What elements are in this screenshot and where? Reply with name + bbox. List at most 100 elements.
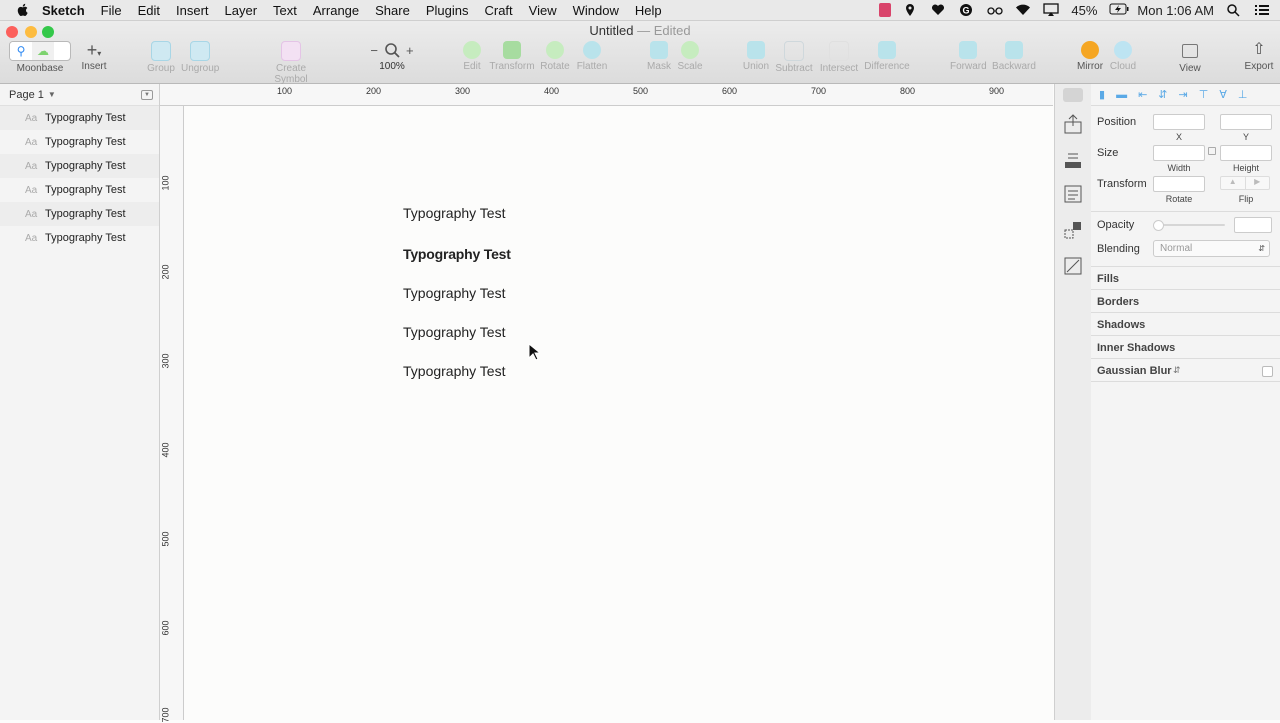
zoom-out-icon[interactable]: − (370, 43, 378, 58)
layer-item[interactable]: Aa Typography Test (0, 202, 159, 226)
export-button[interactable]: ⇧ Export (1242, 41, 1276, 72)
mask-button[interactable]: Mask (646, 41, 672, 72)
backward-button[interactable]: Backward (992, 41, 1036, 72)
menu-share[interactable]: Share (367, 3, 418, 18)
align-center-icon[interactable]: ⇵ (1158, 88, 1167, 101)
blur-type-arrows-icon[interactable]: ⇵ (1173, 365, 1181, 376)
page-selector[interactable]: Page 1 ▼ ▼ (0, 84, 159, 106)
flip-horizontal-button[interactable]: ▲ (1220, 176, 1246, 190)
width-input[interactable] (1153, 145, 1205, 161)
layer-name[interactable]: Typography Test (45, 208, 126, 220)
difference-button[interactable]: Difference (864, 41, 910, 72)
intersect-button[interactable]: Intersect (818, 41, 860, 74)
flip-vertical-button[interactable]: ▶ (1245, 176, 1270, 190)
gaussian-blur-section[interactable]: Gaussian Blur (1097, 365, 1172, 377)
align-left-icon[interactable]: ⇤ (1138, 88, 1147, 101)
distribute-horizontal-icon[interactable]: ▮ (1099, 88, 1105, 101)
distribute-vertical-icon[interactable]: ▬ (1116, 89, 1127, 101)
layer-name[interactable]: Typography Test (45, 184, 126, 196)
height-input[interactable] (1220, 145, 1272, 161)
menu-edit[interactable]: Edit (130, 3, 168, 18)
canvas-text-layer[interactable]: Typography Test (403, 205, 505, 221)
forward-button[interactable]: Forward (950, 41, 987, 72)
location-pin-icon[interactable] (903, 3, 919, 17)
moonbase-search-icon[interactable]: ⚲ (10, 42, 32, 60)
airplay-icon[interactable] (1043, 3, 1060, 17)
image-edit-icon[interactable] (1063, 256, 1083, 276)
insert-button[interactable]: +▾ Insert (80, 41, 108, 72)
menu-text[interactable]: Text (265, 3, 305, 18)
moonbase-segmented[interactable]: ⚲ ☁ (9, 41, 71, 61)
flatten-button[interactable]: Flatten (576, 41, 608, 72)
layer-item[interactable]: Aa Typography Test (0, 154, 159, 178)
grammarly-icon[interactable]: G (959, 3, 975, 17)
stack-layers-icon[interactable] (1063, 150, 1083, 170)
menu-file[interactable]: File (93, 3, 130, 18)
canvas-text-layer[interactable]: Typography Test (403, 363, 505, 379)
canvas-text-layer[interactable]: Typography Test (403, 285, 505, 301)
rotate-input[interactable] (1153, 176, 1205, 192)
lock-ratio-icon[interactable] (1208, 147, 1216, 155)
notification-center-icon[interactable] (1254, 3, 1270, 17)
layer-item[interactable]: Aa Typography Test (0, 178, 159, 202)
menu-craft[interactable]: Craft (476, 3, 520, 18)
horizontal-ruler[interactable]: 100 200 300 400 500 600 700 800 900 (160, 84, 1053, 106)
zoom-control[interactable]: − + 100% (364, 41, 420, 73)
align-right-icon[interactable]: ⇥ (1179, 88, 1188, 101)
design-canvas[interactable]: Typography Test Typography Test Typograp… (184, 106, 1053, 720)
transform-button[interactable]: Transform (489, 41, 535, 72)
scale-button[interactable]: Scale (677, 41, 703, 72)
style-tab-icon[interactable] (1063, 88, 1083, 102)
union-button[interactable]: Union (742, 41, 770, 72)
document-name[interactable]: Untitled (589, 23, 633, 38)
menu-arrange[interactable]: Arrange (305, 3, 367, 18)
view-button[interactable]: View (1176, 41, 1204, 74)
opacity-slider[interactable] (1157, 224, 1225, 226)
blending-select[interactable]: Normal ⇵ (1153, 240, 1270, 257)
subtract-button[interactable]: Subtract (774, 41, 814, 74)
heart-icon[interactable] (931, 3, 947, 17)
opacity-slider-knob[interactable] (1153, 220, 1164, 231)
moonbase-tool[interactable]: ⚲ ☁ Moonbase (9, 41, 71, 74)
zoom-in-icon[interactable]: + (406, 43, 414, 58)
collapse-pages-icon[interactable]: ▼ (141, 89, 153, 100)
position-y-input[interactable] (1220, 114, 1272, 130)
layer-item[interactable]: Aa Typography Test (0, 226, 159, 250)
fills-section[interactable]: Fills (1097, 273, 1119, 285)
layer-item[interactable]: Aa Typography Test (0, 130, 159, 154)
layer-name[interactable]: Typography Test (45, 112, 126, 124)
rotate-button[interactable]: Rotate (540, 41, 570, 72)
canvas-text-layer[interactable]: Typography Test (403, 246, 511, 262)
vertical-ruler[interactable]: 100 200 300 400 500 600 700 (160, 106, 184, 723)
list-content-icon[interactable] (1063, 184, 1083, 204)
layer-item[interactable]: Aa Typography Test (0, 106, 159, 130)
create-symbol-button[interactable]: Create Symbol (258, 41, 324, 85)
menu-insert[interactable]: Insert (168, 3, 217, 18)
clock[interactable]: Mon 1:06 AM (1137, 3, 1214, 18)
zoom-magnifier-icon[interactable] (384, 42, 400, 58)
wifi-icon[interactable] (1015, 3, 1031, 17)
apple-icon[interactable] (16, 3, 30, 17)
shadows-section[interactable]: Shadows (1097, 319, 1145, 331)
canvas-text-layer[interactable]: Typography Test (403, 324, 505, 340)
layer-name[interactable]: Typography Test (45, 136, 126, 148)
align-top-icon[interactable]: ⊤ (1199, 88, 1209, 101)
app-status-icon[interactable] (879, 3, 892, 17)
ungroup-button[interactable]: Ungroup (181, 41, 219, 74)
menu-help[interactable]: Help (627, 3, 670, 18)
menu-app-sketch[interactable]: Sketch (34, 3, 93, 18)
borders-section[interactable]: Borders (1097, 296, 1139, 308)
menu-window[interactable]: Window (565, 3, 627, 18)
gaussian-blur-checkbox[interactable] (1262, 366, 1273, 377)
cloud-button[interactable]: Cloud (1108, 41, 1138, 72)
align-middle-icon[interactable]: ∀ (1219, 88, 1227, 101)
align-bottom-icon[interactable]: ⊥ (1238, 88, 1248, 101)
spotlight-search-icon[interactable] (1226, 3, 1242, 17)
share-upload-icon[interactable] (1063, 114, 1083, 134)
group-button[interactable]: Group (146, 41, 176, 74)
menu-plugins[interactable]: Plugins (418, 3, 477, 18)
resize-layout-icon[interactable] (1063, 220, 1083, 240)
chevron-down-icon[interactable]: ▼ (48, 90, 56, 99)
opacity-input[interactable] (1234, 217, 1272, 233)
mirror-button[interactable]: Mirror (1076, 41, 1104, 72)
